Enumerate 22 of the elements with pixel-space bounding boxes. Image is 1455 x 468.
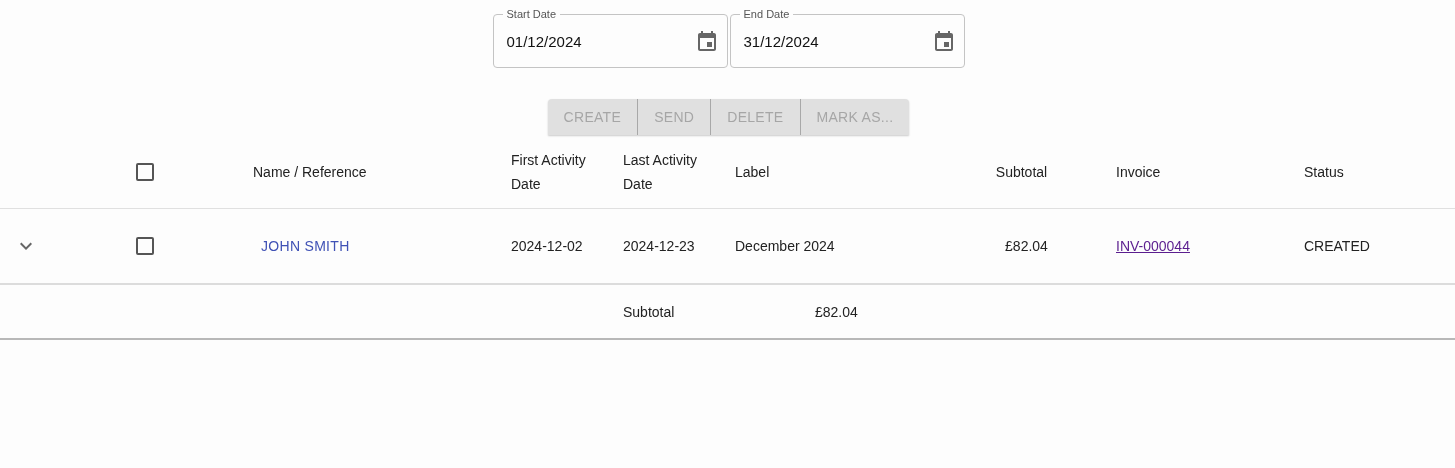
table-cell-text: 2024-12-23 [623,238,696,254]
field-label: Start Date [502,7,561,21]
column-header: Subtotal [994,162,1049,182]
column-header: Label [735,162,771,182]
subtotal-value: £82.04 [814,303,859,320]
invoice-link[interactable]: INV-000044 [1116,238,1190,254]
table-cell-text: 2024-12-02 [511,238,584,254]
table-cell-text: December 2024 [735,238,836,254]
subtotal-label: Subtotal [623,303,676,320]
checkbox[interactable] [136,237,154,255]
field-label: End Date [739,7,794,21]
column-header: First Activity Date [511,150,587,194]
column-header: Status [1304,162,1345,182]
column-header: Invoice [1115,162,1162,182]
name-link[interactable]: JOHN SMITH [253,238,350,254]
table-cell-text: £82.04 [1004,238,1049,254]
table-cell-text: CREATED [1304,238,1371,254]
checkbox[interactable] [136,162,154,181]
field-value: 31/12/2024 [743,32,820,50]
field-value: 01/12/2024 [506,32,583,50]
column-header: Name / Reference [253,162,368,182]
column-header: Last Activity Date [623,150,698,194]
